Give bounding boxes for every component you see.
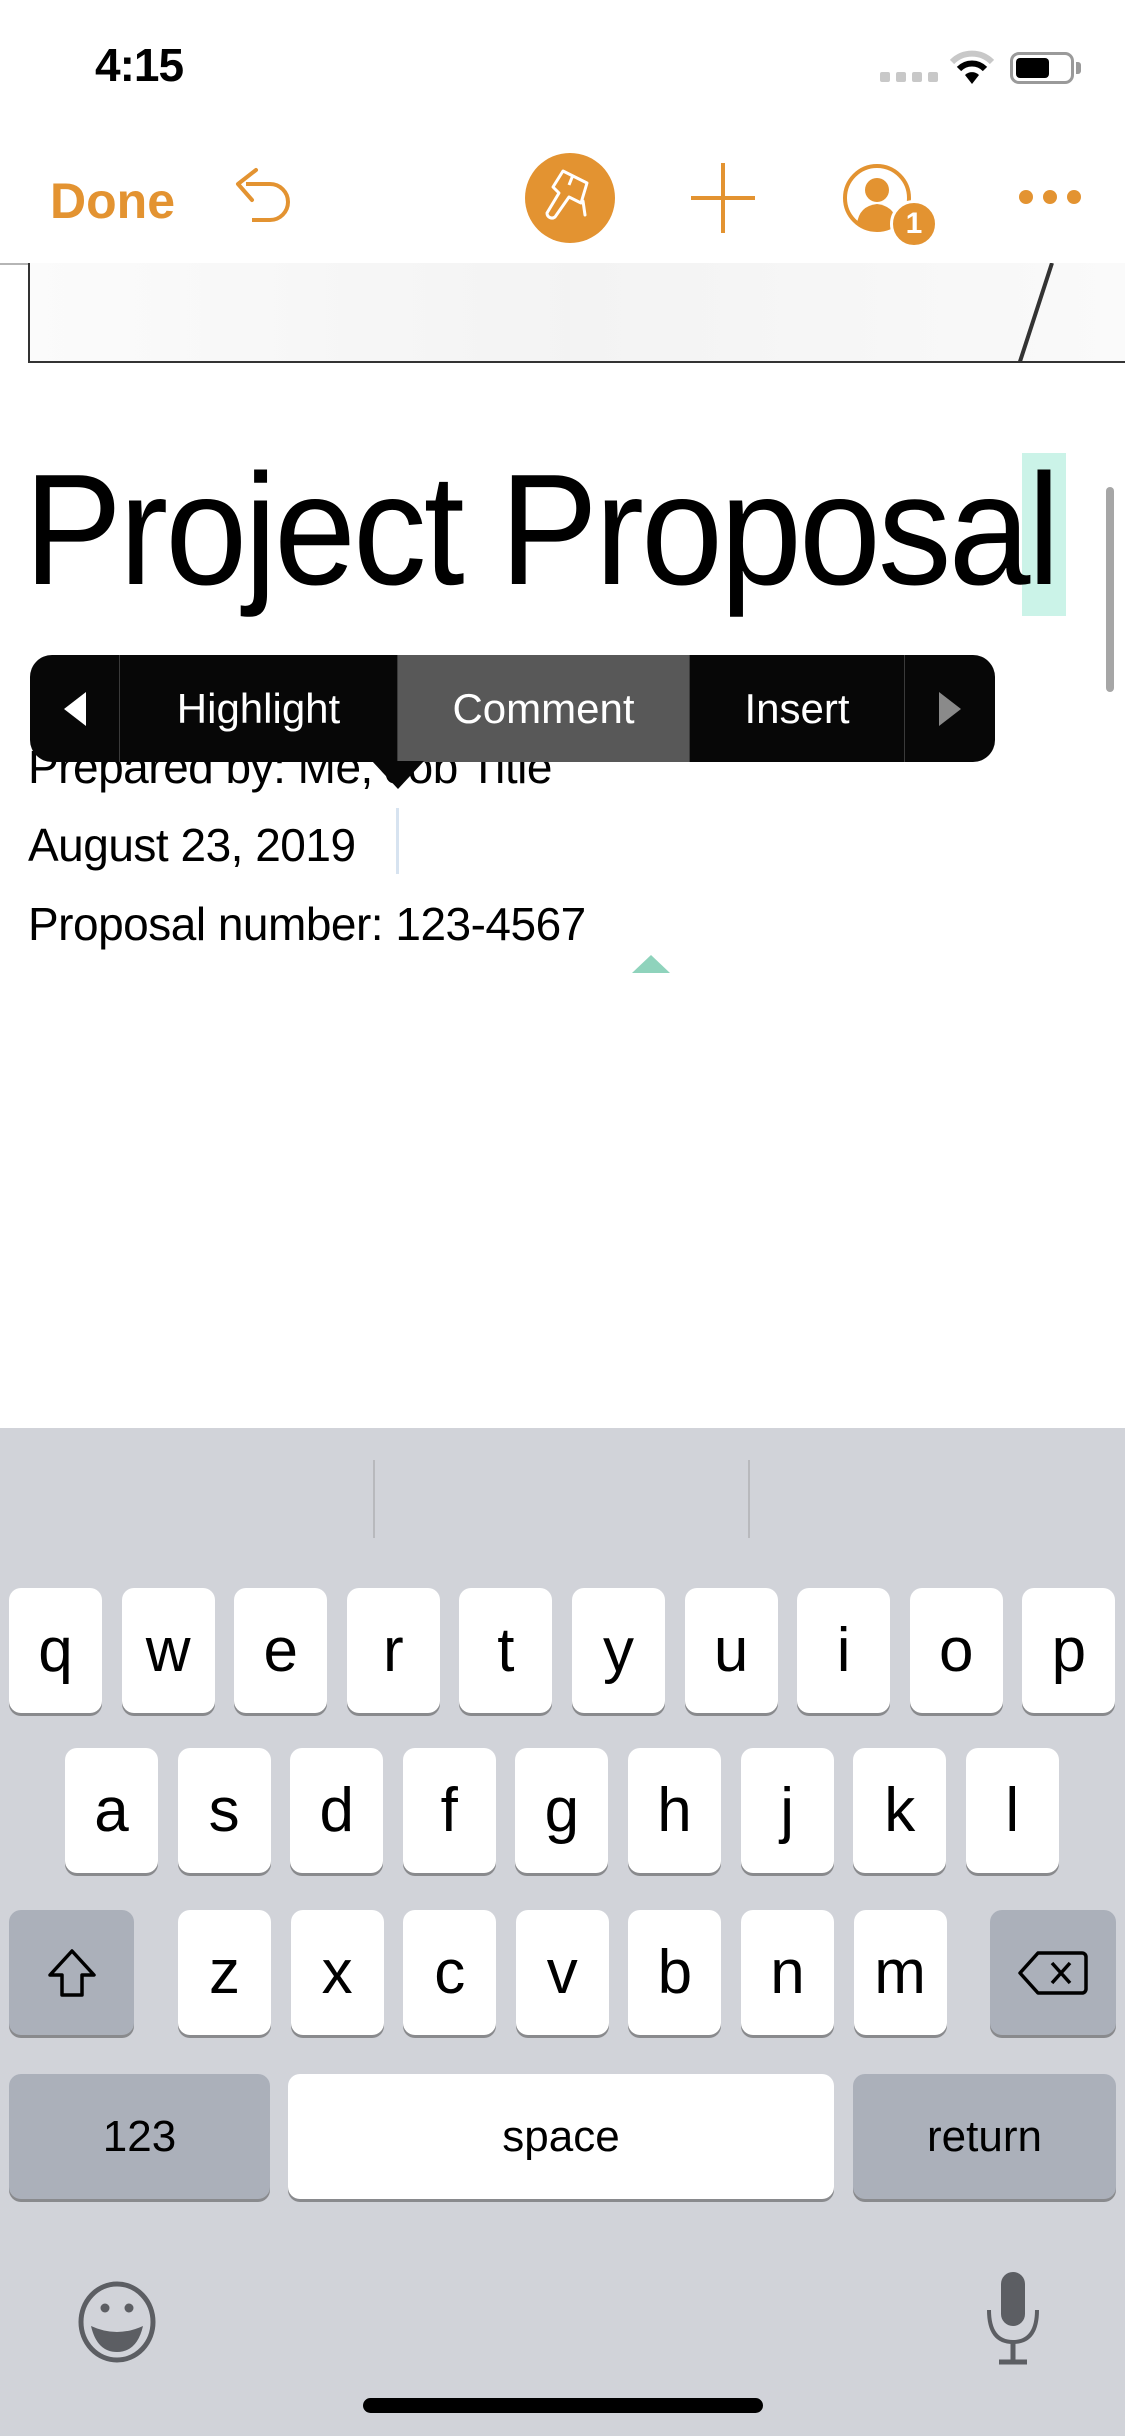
- text-cursor: [396, 808, 399, 874]
- space-key[interactable]: space: [288, 2074, 834, 2199]
- key-label: f: [440, 1776, 458, 1845]
- cellular-signal-icon: [880, 72, 938, 82]
- key-j[interactable]: j: [740, 1748, 834, 1873]
- triangle-right-icon: [939, 691, 961, 726]
- paintbrush-format-icon: [545, 169, 589, 220]
- key-r[interactable]: r: [346, 1588, 440, 1713]
- key-label: v: [546, 1938, 578, 2007]
- key-label: s: [208, 1776, 240, 1845]
- date-text[interactable]: August 23, 2019: [28, 818, 356, 872]
- key-label: l: [1005, 1776, 1020, 1845]
- key-b[interactable]: b: [628, 1910, 722, 2035]
- scrollbar[interactable]: [1106, 487, 1114, 692]
- key-h[interactable]: h: [628, 1748, 721, 1873]
- key-a[interactable]: a: [65, 1748, 158, 1873]
- key-label: q: [38, 1616, 73, 1685]
- document-image[interactable]: [28, 263, 1125, 363]
- battery-tip: [1076, 62, 1081, 74]
- proposal-number-text[interactable]: Proposal number: 123-4567: [28, 897, 586, 951]
- key-i[interactable]: i: [797, 1588, 891, 1713]
- key-label: x: [321, 1938, 353, 2007]
- key-c[interactable]: c: [403, 1910, 497, 2035]
- microphone-icon[interactable]: [985, 2268, 1041, 2368]
- key-label: p: [1051, 1616, 1087, 1685]
- key-label: w: [145, 1616, 191, 1685]
- menu-item-insert[interactable]: Insert: [690, 655, 905, 762]
- key-n[interactable]: n: [741, 1910, 834, 2035]
- key-v[interactable]: v: [515, 1910, 609, 2035]
- key-label: z: [209, 1938, 240, 2007]
- format-button[interactable]: [525, 153, 615, 243]
- key-label: j: [780, 1776, 794, 1845]
- shift-key[interactable]: [9, 1910, 134, 2035]
- return-key-label: return: [927, 2111, 1042, 2161]
- collaborator-count-badge: 1: [890, 200, 938, 248]
- menu-item-comment[interactable]: Comment: [398, 655, 690, 762]
- triangle-left-icon: [63, 691, 86, 726]
- key-label: k: [884, 1776, 916, 1845]
- key-l[interactable]: l: [965, 1748, 1059, 1873]
- key-label: b: [657, 1938, 693, 2007]
- key-label: h: [657, 1776, 692, 1845]
- key-t[interactable]: t: [459, 1588, 553, 1713]
- edit-menu: Highlight Comment Insert: [30, 655, 995, 762]
- battery-level: [1016, 58, 1049, 78]
- key-label: t: [497, 1616, 515, 1685]
- keyboard: q w e r t y u i o p a s d f g h j k l z x c v b nm 123 space r…: [0, 1428, 1125, 2436]
- key-label: n: [770, 1938, 805, 2007]
- suggestion-divider: [373, 1460, 375, 1538]
- menu-next-button[interactable]: [905, 655, 995, 762]
- selection-handle[interactable]: [632, 955, 670, 973]
- document-title[interactable]: Project Proposal: [24, 440, 1060, 621]
- key-label: u: [713, 1616, 749, 1685]
- key-u[interactable]: u: [684, 1588, 778, 1713]
- key-label: c: [434, 1938, 466, 2007]
- key-d[interactable]: d: [290, 1748, 384, 1873]
- key-label: i: [836, 1616, 851, 1685]
- numbers-key-label: 123: [102, 2111, 177, 2161]
- key-w[interactable]: w: [121, 1588, 215, 1713]
- space-key-label: space: [502, 2111, 620, 2161]
- key-label: a: [94, 1776, 129, 1845]
- key-label: m: [874, 1938, 926, 2007]
- delete-icon: [1018, 1950, 1088, 1995]
- done-button[interactable]: Done: [50, 172, 175, 230]
- key-m[interactable]: m: [853, 1910, 947, 2035]
- menu-item-highlight[interactable]: Highlight: [120, 655, 398, 762]
- menu-pointer: [372, 761, 424, 789]
- key-y[interactable]: y: [572, 1588, 665, 1713]
- status-time: 4:15: [95, 39, 184, 91]
- battery-icon: [1010, 52, 1074, 84]
- key-x[interactable]: x: [290, 1910, 384, 2035]
- key-label: o: [939, 1616, 974, 1685]
- image-detail: [1016, 263, 1054, 361]
- toolbar: Done 1: [0, 140, 1125, 265]
- key-label: e: [263, 1616, 298, 1685]
- key-label: d: [319, 1776, 354, 1845]
- menu-prev-button[interactable]: [30, 655, 120, 762]
- key-g[interactable]: g: [515, 1748, 609, 1873]
- suggestion-divider: [748, 1460, 750, 1538]
- key-s[interactable]: s: [177, 1748, 271, 1873]
- undo-icon[interactable]: [232, 162, 312, 242]
- key-f[interactable]: f: [402, 1748, 496, 1873]
- key-label: y: [603, 1616, 634, 1685]
- shift-icon: [47, 1948, 96, 1997]
- key-z[interactable]: z: [178, 1910, 271, 2035]
- key-k[interactable]: k: [853, 1748, 947, 1873]
- more-icon[interactable]: [1010, 172, 1090, 222]
- delete-key[interactable]: [990, 1910, 1116, 2035]
- emoji-icon[interactable]: [75, 2280, 159, 2364]
- key-p[interactable]: p: [1022, 1588, 1116, 1713]
- numbers-key[interactable]: 123: [9, 2074, 270, 2199]
- key-label: g: [544, 1776, 580, 1845]
- plus-icon[interactable]: [683, 158, 763, 238]
- key-label: r: [382, 1616, 404, 1685]
- wifi-icon: [950, 50, 994, 84]
- return-key[interactable]: return: [853, 2074, 1116, 2199]
- key-o[interactable]: o: [909, 1588, 1003, 1713]
- home-indicator[interactable]: [363, 2398, 763, 2413]
- key-q[interactable]: q: [9, 1588, 102, 1713]
- key-e[interactable]: e: [234, 1588, 328, 1713]
